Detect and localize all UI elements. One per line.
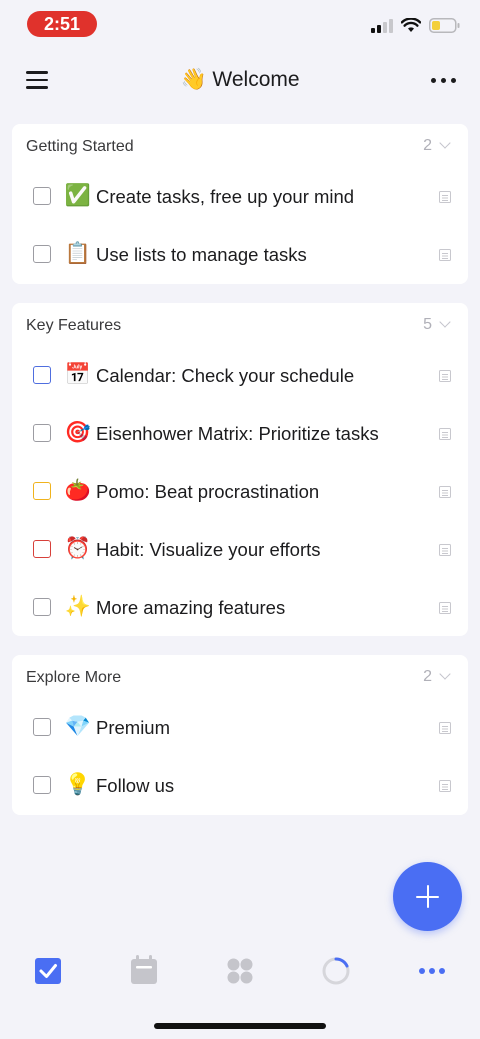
note-icon	[439, 428, 451, 440]
note-icon	[439, 544, 451, 556]
note-icon	[439, 249, 451, 261]
clipboard-icon: 📋	[64, 242, 92, 265]
checkbox-icon	[35, 958, 61, 984]
status-icons	[371, 18, 460, 33]
task-checkbox[interactable]	[33, 482, 51, 500]
task-item[interactable]: 🎯 Eisenhower Matrix: Prioritize tasks	[12, 405, 468, 463]
task-checkbox[interactable]	[33, 424, 51, 442]
task-title: Pomo: Beat procrastination	[96, 481, 320, 502]
calendar-icon	[131, 955, 157, 984]
status-bar: 2:51	[0, 0, 480, 50]
light-bulb-icon: 💡	[64, 773, 92, 796]
task-item[interactable]: 🍅 Pomo: Beat procrastination	[12, 463, 468, 521]
status-time: 2:51	[27, 11, 97, 37]
section-header[interactable]: Getting Started 2	[12, 124, 468, 168]
section-header[interactable]: Key Features 5	[12, 303, 468, 347]
chevron-down-icon[interactable]	[439, 668, 451, 680]
task-title: Calendar: Check your schedule	[96, 365, 355, 386]
note-icon	[439, 602, 451, 614]
tab-bar	[0, 945, 480, 1000]
four-squares-icon	[227, 958, 253, 984]
page-title: 👋 Welcome	[180, 68, 300, 91]
note-icon	[439, 722, 451, 734]
task-item[interactable]: ✅ Create tasks, free up your mind	[12, 168, 468, 226]
section-title: Explore More	[26, 669, 122, 686]
task-item[interactable]: ✨ More amazing features	[12, 579, 468, 637]
tab-calendar[interactable]	[124, 945, 164, 997]
chevron-down-icon[interactable]	[439, 137, 451, 149]
more-dots-icon	[419, 968, 445, 974]
target-icon: 🎯	[64, 421, 92, 444]
tomato-icon: 🍅	[64, 479, 92, 502]
task-title: Eisenhower Matrix: Prioritize tasks	[96, 423, 379, 444]
task-title: Habit: Visualize your efforts	[96, 539, 321, 560]
task-checkbox[interactable]	[33, 366, 51, 384]
chevron-down-icon[interactable]	[439, 316, 451, 328]
tab-more[interactable]	[412, 945, 452, 997]
section-getting-started: Getting Started 2 ✅ Create tasks, free u…	[12, 124, 468, 284]
task-checkbox[interactable]	[33, 245, 51, 263]
task-title: Use lists to manage tasks	[96, 244, 307, 265]
task-checkbox[interactable]	[33, 598, 51, 616]
section-count: 5	[423, 316, 432, 333]
tab-pomo[interactable]	[316, 945, 356, 997]
task-checkbox[interactable]	[33, 187, 51, 205]
add-task-button[interactable]	[393, 862, 462, 931]
sparkles-icon: ✨	[64, 595, 92, 618]
home-indicator[interactable]	[154, 1023, 326, 1029]
section-count: 2	[423, 668, 432, 685]
cellular-signal-icon	[371, 18, 393, 33]
note-icon	[439, 780, 451, 792]
calendar-icon: 📅	[64, 363, 92, 386]
task-title: Premium	[96, 717, 171, 738]
timer-ring-icon	[322, 957, 350, 985]
gem-icon: 💎	[64, 715, 92, 738]
note-icon	[439, 191, 451, 203]
section-title: Getting Started	[26, 138, 134, 155]
more-options-icon[interactable]	[431, 78, 456, 83]
task-checkbox[interactable]	[33, 540, 51, 558]
task-title: Create tasks, free up your mind	[96, 186, 355, 207]
task-title: Follow us	[96, 775, 175, 796]
task-checkbox[interactable]	[33, 776, 51, 794]
alarm-clock-icon: ⏰	[64, 537, 92, 560]
section-explore-more: Explore More 2 💎 Premium 💡 Follow us	[12, 655, 468, 815]
task-item[interactable]: 💎 Premium	[12, 699, 468, 757]
battery-icon	[429, 18, 460, 33]
note-icon	[439, 370, 451, 382]
task-checkbox[interactable]	[33, 718, 51, 736]
task-item[interactable]: 💡 Follow us	[12, 757, 468, 815]
section-key-features: Key Features 5 📅 Calendar: Check your sc…	[12, 303, 468, 636]
wifi-icon	[401, 18, 421, 32]
section-title: Key Features	[26, 317, 122, 334]
task-item[interactable]: 📋 Use lists to manage tasks	[12, 226, 468, 284]
task-item[interactable]: 📅 Calendar: Check your schedule	[12, 347, 468, 405]
tab-tasks[interactable]	[28, 945, 68, 997]
tab-matrix[interactable]	[220, 945, 260, 997]
task-item[interactable]: ⏰ Habit: Visualize your efforts	[12, 521, 468, 579]
note-icon	[439, 486, 451, 498]
task-title: More amazing features	[96, 597, 286, 618]
section-header[interactable]: Explore More 2	[12, 655, 468, 699]
section-count: 2	[423, 137, 432, 154]
nav-bar: 👋 Welcome	[0, 56, 480, 106]
check-mark-icon: ✅	[64, 184, 92, 207]
